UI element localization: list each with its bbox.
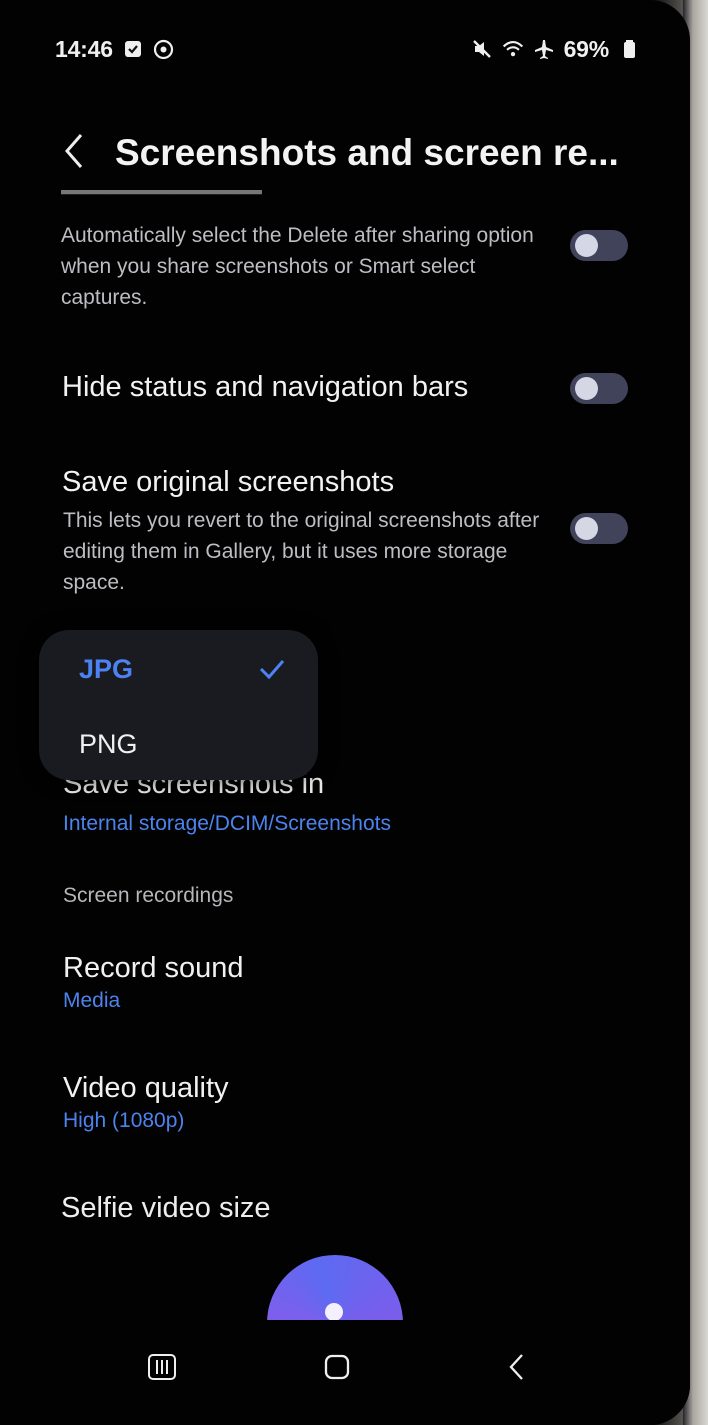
selfie-video-size-setting[interactable]: Selfie video size [61,1190,271,1226]
widget-dot [325,1303,343,1321]
hide-status-navigation-title: Hide status and navigation bars [62,371,469,403]
notification-icon [122,38,144,60]
page-title: Screenshots and screen re... [115,132,619,173]
save-original-screenshots-title: Save original screenshots [62,466,395,498]
back-button[interactable] [61,123,87,179]
delete-after-sharing-toggle[interactable] [570,230,628,261]
system-back-button[interactable] [493,1344,539,1390]
delete-after-sharing-description: Automatically select the Delete after sh… [61,224,534,309]
record-sound-setting[interactable]: Record sound Media [63,950,263,1016]
wifi-icon [502,38,524,60]
battery-percentage: 69% [563,35,610,62]
toggle-knob [575,234,598,257]
screenshot-format-dropdown: JPG PNG [39,630,318,780]
recent-apps-icon [148,1354,176,1380]
recent-apps-button[interactable] [139,1344,185,1390]
partially-hidden-setting-title: ▔▔▔▔▔▔▔▔▔ [61,192,262,210]
format-option-label: JPG [79,653,134,684]
check-icon [259,660,285,680]
format-option-label: PNG [79,728,138,759]
home-icon [324,1354,350,1380]
camera-icon [153,38,175,60]
hide-status-navigation-toggle[interactable] [570,373,628,404]
toggle-knob [575,377,598,400]
video-quality-setting[interactable]: Video quality High (1080p) [63,1070,253,1136]
format-option-jpg[interactable]: JPG [79,647,299,691]
chevron-left-icon [65,134,83,168]
hide-status-navigation-setting[interactable]: Hide status and navigation bars [54,365,634,415]
toggle-knob [575,517,598,540]
home-button[interactable] [314,1344,360,1390]
mute-icon [471,38,493,60]
format-option-png[interactable]: PNG [79,722,299,766]
airplane-mode-icon [533,38,555,60]
page-header: Screenshots and screen re... [0,105,690,200]
navigation-bar [0,1320,690,1425]
screen-recordings-section-header: Screen recordings [63,884,234,907]
phone-screen: 14:46 69% Screenshots and screen re... ▔… [0,0,690,1425]
save-original-screenshots-description: This lets you revert to the original scr… [63,509,540,594]
chevron-left-icon [509,1354,523,1380]
record-sound-title: Record sound [63,952,244,984]
save-original-screenshots-toggle[interactable] [570,513,628,544]
save-original-screenshots-setting[interactable]: Save original screenshots This lets you … [54,462,634,600]
battery-icon [618,38,640,60]
status-bar: 14:46 69% [55,32,640,66]
save-screenshots-in-value[interactable]: Internal storage/DCIM/Screenshots [63,809,391,839]
record-sound-value: Media [63,989,121,1012]
delete-after-sharing-setting[interactable]: Automatically select the Delete after sh… [54,220,634,309]
status-time: 14:46 [55,35,113,62]
video-quality-value: High (1080p) [63,1109,185,1132]
status-left: 14:46 [55,36,175,63]
video-quality-title: Video quality [63,1072,229,1104]
status-right: 69% [471,36,640,63]
